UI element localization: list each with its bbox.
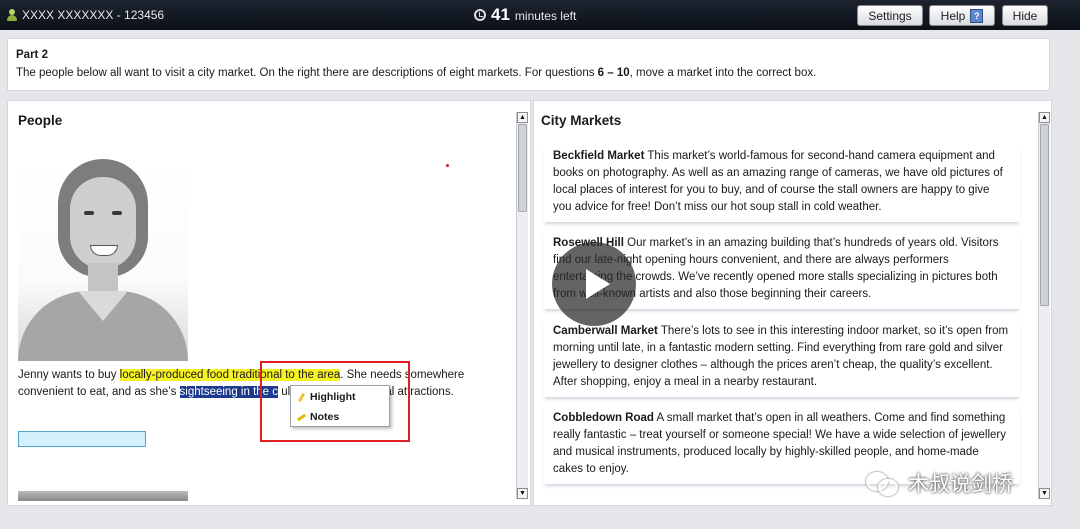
clock-icon — [474, 9, 486, 21]
candidate-id: XXXX XXXXXXX - 123456 — [22, 8, 165, 22]
market-card[interactable]: Beckfield Market This market’s world-fam… — [544, 145, 1020, 222]
person-icon — [6, 8, 18, 22]
help-button-label: Help — [940, 8, 966, 23]
person-photo — [18, 159, 188, 361]
answer-drop-box[interactable] — [18, 431, 146, 447]
annotation-frame — [260, 361, 410, 442]
question-range: 6 – 10 — [597, 67, 630, 79]
help-icon: ? — [970, 8, 984, 23]
scroll-thumb[interactable] — [1040, 124, 1049, 306]
top-bar: XXXX XXXXXXX - 123456 41 minutes left Se… — [0, 0, 1080, 30]
market-name: Camberwall Market — [553, 325, 658, 337]
next-person-photo — [18, 491, 188, 501]
scroll-up-arrow-icon[interactable]: ▲ — [517, 112, 528, 123]
instruction-box: Part 2 The people below all want to visi… — [7, 38, 1050, 91]
scroll-down-arrow-icon[interactable]: ▼ — [517, 488, 528, 499]
market-name: Beckfield Market — [553, 150, 645, 162]
settings-button-label: Settings — [868, 8, 912, 23]
scroll-thumb[interactable] — [518, 124, 527, 212]
people-heading: People — [18, 113, 63, 128]
wechat-icon — [866, 470, 900, 496]
play-icon[interactable] — [552, 242, 636, 326]
scroll-up-arrow-icon[interactable]: ▲ — [1039, 112, 1050, 123]
timer-label: minutes left — [514, 9, 577, 23]
watermark-text: 木叔说剑桥 — [908, 473, 1013, 496]
markets-scrollbar[interactable]: ▲ ▼ — [1038, 112, 1050, 499]
timer-minutes: 41 — [491, 5, 510, 24]
markets-heading: City Markets — [541, 113, 622, 128]
hide-button-label: Hide — [1012, 8, 1038, 23]
settings-button[interactable]: Settings — [857, 5, 923, 26]
description-text: Jenny wants to buy — [18, 369, 120, 381]
hide-button[interactable]: Hide — [1002, 5, 1048, 26]
people-scrollbar[interactable]: ▲ ▼ — [516, 112, 528, 499]
market-card[interactable]: Camberwall Market There’s lots to see in… — [544, 320, 1020, 397]
instruction-text-end: , move a market into the correct box. — [629, 67, 817, 79]
candidate-info: XXXX XXXXXXX - 123456 — [6, 8, 164, 22]
watermark: 木叔说剑桥 — [866, 468, 1013, 498]
people-panel: People Jenny wants to buy locally-produc… — [7, 100, 531, 506]
person-description[interactable]: Jenny wants to buy locally-produced food… — [18, 367, 493, 401]
cursor-dot — [446, 164, 449, 167]
part-title: Part 2 — [16, 49, 48, 61]
instruction-text: The people below all want to visit a cit… — [16, 67, 816, 79]
timer: 41 minutes left — [474, 5, 576, 25]
help-button[interactable]: Help ? — [929, 5, 995, 26]
scroll-down-arrow-icon[interactable]: ▼ — [1039, 488, 1050, 499]
instruction-text-start: The people below all want to visit a cit… — [16, 67, 598, 79]
market-name: Cobbledown Road — [553, 412, 654, 424]
